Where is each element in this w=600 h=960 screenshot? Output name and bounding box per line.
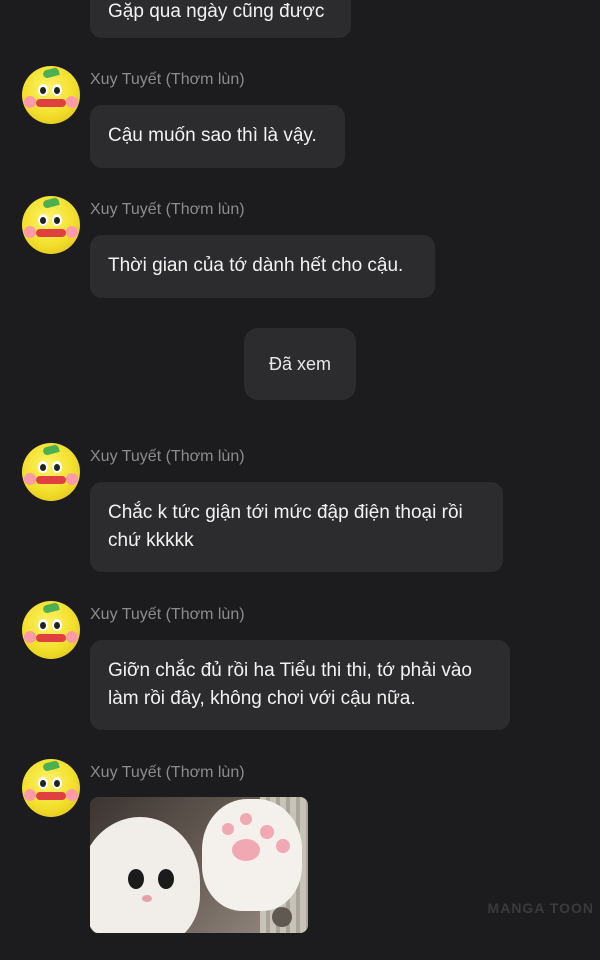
- seen-indicator: Đã xem: [244, 328, 356, 400]
- sender-name: Xuy Tuyết (Thơm lùn): [90, 448, 245, 465]
- message-bubble[interactable]: Gặp qua ngày cũng được: [90, 0, 351, 38]
- cat-photo[interactable]: [90, 797, 308, 933]
- chat-thread: Gặp qua ngày cũng được Xuy Tuyết (Thơm l…: [0, 0, 600, 960]
- sender-name: Xuy Tuyết (Thơm lùn): [90, 606, 245, 623]
- avatar[interactable]: [22, 759, 80, 817]
- message-bubble[interactable]: Chắc k tức giận tới mức đập điện thoại r…: [90, 482, 503, 572]
- message-text: Cậu muốn sao thì là vậy.: [108, 125, 317, 146]
- message-text: Gặp qua ngày cũng được: [108, 1, 325, 22]
- message-bubble[interactable]: Giỡn chắc đủ rồi ha Tiểu thi thi, tớ phả…: [90, 640, 510, 730]
- avatar[interactable]: [22, 196, 80, 254]
- avatar[interactable]: [22, 601, 80, 659]
- watermark: MANGA TOON: [487, 900, 594, 916]
- sender-name: Xuy Tuyết (Thơm lùn): [90, 71, 245, 88]
- message-bubble[interactable]: Cậu muốn sao thì là vậy.: [90, 105, 345, 168]
- sender-name: Xuy Tuyết (Thơm lùn): [90, 201, 245, 218]
- message-text: Thời gian của tớ dành hết cho cậu.: [108, 255, 404, 276]
- sender-name: Xuy Tuyết (Thơm lùn): [90, 764, 245, 781]
- avatar[interactable]: [22, 443, 80, 501]
- avatar[interactable]: [22, 66, 80, 124]
- message-text-line: chứ kkkkk: [108, 530, 194, 551]
- message-bubble[interactable]: Thời gian của tớ dành hết cho cậu.: [90, 235, 435, 298]
- message-text-line: làm rồi đây, không chơi với cậu nữa.: [108, 688, 416, 709]
- message-text-line: Giỡn chắc đủ rồi ha Tiểu thi thi, tớ phả…: [108, 660, 472, 681]
- message-text-line: Chắc k tức giận tới mức đập điện thoại r…: [108, 502, 463, 523]
